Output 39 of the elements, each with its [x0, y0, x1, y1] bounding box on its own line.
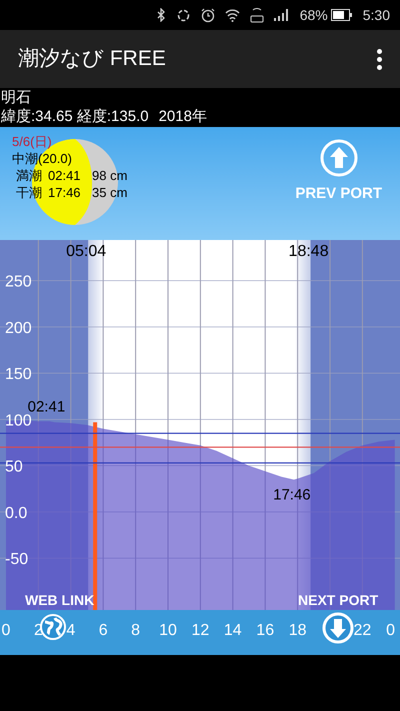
sync-icon: [176, 8, 191, 22]
x-axis-label: 10: [159, 622, 177, 639]
signal-icon: [274, 9, 290, 21]
x-axis-label: 4: [66, 622, 76, 639]
x-axis-label: 6: [98, 622, 108, 639]
tide-time: 02:41: [48, 167, 82, 184]
next-day-label: 0: [386, 622, 395, 639]
next-port-button[interactable]: NEXT PORT: [298, 590, 378, 611]
x-axis-label: 16: [256, 622, 274, 639]
tide-height: 98 cm: [92, 167, 128, 184]
volte-icon: [250, 8, 264, 22]
location-name: 明石: [1, 88, 31, 107]
x-axis-label: 14: [224, 622, 242, 639]
y-axis-label: 250: [5, 274, 32, 291]
y-axis-label: 150: [5, 366, 32, 384]
coordinates: 緯度:34.65 経度:135.0: [1, 107, 149, 126]
y-axis-label: 0.0: [5, 504, 28, 522]
x-axis-label: 18: [288, 622, 306, 639]
x-axis-label: 12: [192, 622, 210, 639]
alarm-icon: [200, 8, 215, 22]
x-axis-label: 8: [131, 622, 140, 639]
tide-height: 35 cm: [92, 184, 128, 201]
x-axis-label: 22: [354, 622, 372, 639]
year-label: 2018年: [158, 107, 207, 126]
battery-icon: [330, 9, 353, 21]
date-label: 5/6(日): [12, 133, 52, 150]
wifi-icon: [224, 8, 240, 22]
y-axis-label: 200: [5, 320, 32, 337]
y-axis-label: 50: [5, 458, 23, 476]
event-time: 18:48: [288, 243, 329, 260]
clock: 5:30: [362, 6, 390, 24]
battery-percent: 68%: [300, 6, 328, 24]
bluetooth-icon: [156, 8, 166, 22]
tide-type: 中潮(20.0): [12, 150, 72, 167]
y-axis-label: -50: [5, 551, 28, 568]
tide-time: 17:46: [48, 184, 82, 201]
app-title: 潮汐なび FREE: [18, 46, 166, 72]
x-axis-label: 0: [2, 622, 10, 639]
low-tide-time: 17:46: [273, 486, 311, 504]
